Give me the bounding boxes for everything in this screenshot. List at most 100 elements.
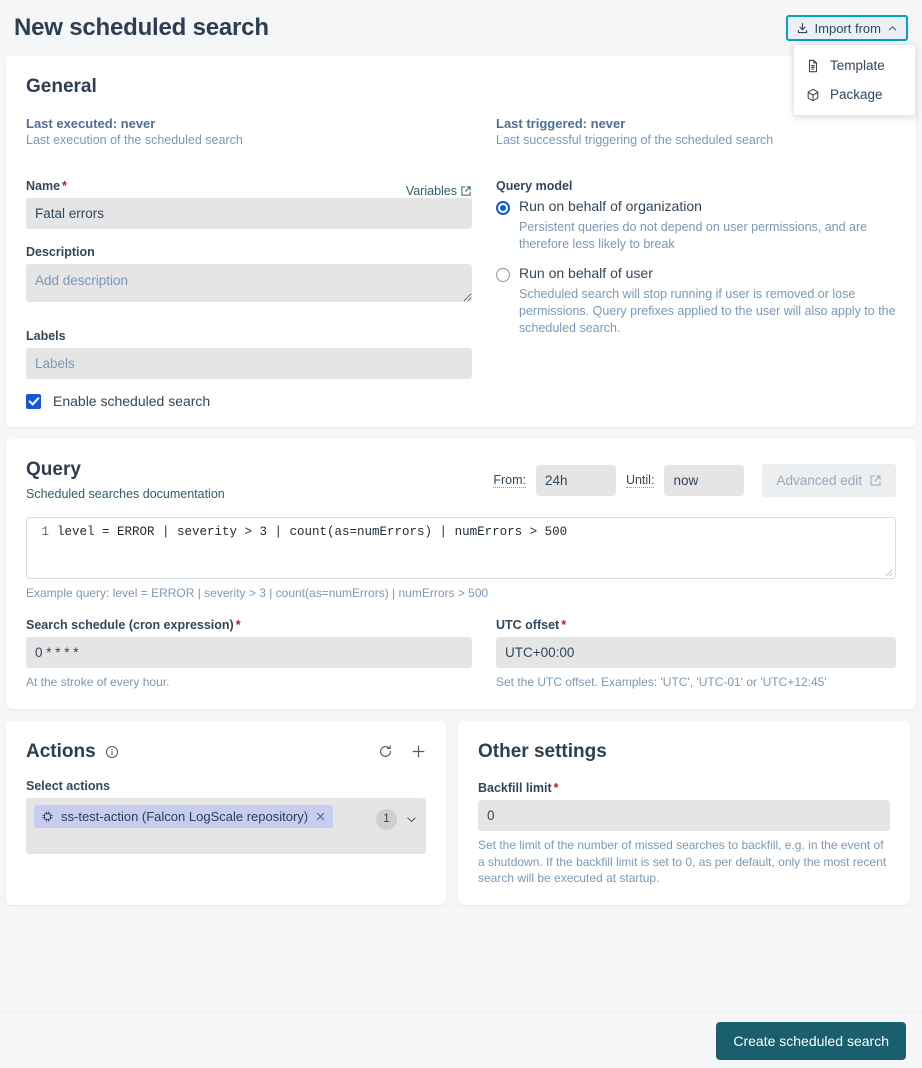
general-left-column: Last executed: never Last execution of t… (26, 116, 496, 409)
labels-input[interactable] (26, 348, 472, 379)
until-label: Until: (626, 473, 654, 488)
from-label: From: (493, 473, 526, 488)
last-executed-block: Last executed: never Last execution of t… (26, 116, 472, 147)
action-chip[interactable]: ss-test-action (Falcon LogScale reposito… (34, 805, 333, 828)
download-icon (796, 22, 809, 35)
name-label-text: Name (26, 179, 60, 193)
dropdown-item-package[interactable]: Package (794, 80, 915, 109)
plus-icon[interactable] (411, 744, 426, 759)
radio-option-user[interactable]: Run on behalf of user (496, 265, 896, 283)
chevron-down-icon[interactable] (405, 813, 418, 826)
actions-heading: Actions (26, 741, 96, 763)
utc-offset-help-text: Set the UTC offset. Examples: 'UTC', 'UT… (496, 674, 896, 691)
info-icon[interactable] (105, 745, 119, 759)
import-from-dropdown-menu[interactable]: Template Package (793, 44, 916, 116)
cron-required-marker: * (234, 618, 241, 632)
from-input[interactable] (536, 465, 616, 496)
resize-handle-icon[interactable] (883, 567, 893, 577)
dropdown-item-template[interactable]: Template (794, 51, 915, 80)
dropdown-item-package-label: Package (830, 87, 883, 102)
query-heading: Query (26, 459, 225, 481)
general-heading: General (26, 76, 896, 98)
enable-scheduled-search-checkbox[interactable] (26, 394, 41, 409)
advanced-edit-label: Advanced edit (776, 473, 862, 488)
action-chip-label: ss-test-action (Falcon LogScale reposito… (61, 809, 308, 824)
utc-offset-label-text: UTC offset (496, 618, 559, 632)
enable-scheduled-search-label: Enable scheduled search (53, 393, 210, 409)
backfill-limit-help-text: Set the limit of the number of missed se… (478, 837, 890, 887)
cron-label: Search schedule (cron expression)* (26, 618, 472, 632)
actions-header-row: Actions (26, 741, 426, 763)
radio-organization-help: Persistent queries do not depend on user… (519, 219, 896, 254)
query-code-text[interactable]: level = ERROR | severity > 3 | count(as=… (57, 525, 567, 539)
radio-organization-input[interactable] (496, 201, 510, 215)
page-root: New scheduled search Import from (0, 0, 922, 1068)
select-actions-label: Select actions (26, 779, 426, 793)
select-actions-box[interactable]: ss-test-action (Falcon LogScale reposito… (26, 798, 426, 854)
last-executed-subtitle: Last execution of the scheduled search (26, 133, 472, 147)
package-icon (806, 88, 820, 102)
query-card: Query Scheduled searches documentation F… (6, 439, 916, 709)
cron-column: Search schedule (cron expression)* At th… (26, 618, 496, 691)
backfill-limit-label: Backfill limit* (478, 781, 890, 795)
chevron-up-icon (887, 23, 898, 34)
enable-scheduled-search-row[interactable]: Enable scheduled search (26, 393, 472, 409)
utc-required-marker: * (559, 618, 566, 632)
query-editor[interactable]: 1 level = ERROR | severity > 3 | count(a… (26, 517, 896, 579)
last-triggered-title: Last triggered: never (496, 116, 896, 131)
advanced-edit-button[interactable]: Advanced edit (762, 464, 896, 497)
cron-input[interactable] (26, 637, 472, 668)
query-model-label: Query model (496, 179, 896, 193)
utc-offset-label: UTC offset* (496, 618, 896, 632)
import-from-button[interactable]: Import from (786, 15, 908, 41)
radio-user-input[interactable] (496, 268, 510, 282)
other-settings-heading: Other settings (478, 741, 890, 763)
action-count-badge: 1 (376, 809, 397, 830)
actions-title-group: Actions (26, 741, 119, 763)
scheduled-searches-documentation-link[interactable]: Scheduled searches documentation (26, 487, 225, 501)
description-textarea[interactable] (26, 264, 472, 302)
bottom-cards-row: Actions (6, 721, 916, 905)
schedule-columns: Search schedule (cron expression)* At th… (26, 618, 896, 691)
query-example-text: Example query: level = ERROR | severity … (26, 586, 896, 600)
name-label: Name* (26, 179, 67, 193)
radio-organization-label: Run on behalf of organization (519, 198, 702, 216)
page-header: New scheduled search Import from (0, 0, 922, 56)
page-title: New scheduled search (8, 14, 269, 42)
backfill-limit-input[interactable] (478, 800, 890, 831)
utc-offset-input[interactable] (496, 637, 896, 668)
description-label: Description (26, 245, 472, 259)
query-title-block: Query Scheduled searches documentation (26, 459, 225, 503)
last-triggered-block: Last triggered: never Last successful tr… (496, 116, 896, 147)
general-columns: Last executed: never Last execution of t… (26, 116, 896, 409)
query-line-number: 1 (27, 525, 57, 539)
chip-icon (41, 810, 54, 823)
import-from-label: Import from (815, 22, 881, 35)
query-editor-line: 1 level = ERROR | severity > 3 | count(a… (27, 518, 895, 539)
cron-help-text: At the stroke of every hour. (26, 674, 472, 691)
query-header-row: Query Scheduled searches documentation F… (26, 459, 896, 503)
external-link-icon (460, 185, 472, 197)
backfill-required-marker: * (552, 781, 559, 795)
dropdown-item-template-label: Template (830, 58, 885, 73)
name-input[interactable] (26, 198, 472, 229)
actions-icon-group (378, 744, 426, 759)
until-input[interactable] (664, 465, 744, 496)
last-triggered-subtitle: Last successful triggering of the schedu… (496, 133, 896, 147)
name-required-marker: * (60, 179, 67, 193)
cron-label-text: Search schedule (cron expression) (26, 618, 234, 632)
import-from-wrapper: Import from Template (786, 15, 908, 41)
actions-select-tail: 1 (376, 805, 418, 830)
external-link-icon (869, 474, 882, 487)
radio-option-organization[interactable]: Run on behalf of organization (496, 198, 896, 216)
variables-link[interactable]: Variables (406, 184, 472, 198)
query-time-range-row: From: Until: Advanced edit (493, 459, 896, 497)
last-executed-title: Last executed: never (26, 116, 472, 131)
create-scheduled-search-button[interactable]: Create scheduled search (716, 1022, 906, 1060)
general-right-column: Last triggered: never Last successful tr… (496, 116, 896, 409)
query-model-radio-group: Run on behalf of organization Persistent… (496, 198, 896, 337)
name-label-row: Name* Variables (26, 179, 472, 198)
refresh-icon[interactable] (378, 744, 393, 759)
close-icon[interactable] (315, 811, 326, 822)
other-settings-card: Other settings Backfill limit* Set the l… (458, 721, 910, 905)
